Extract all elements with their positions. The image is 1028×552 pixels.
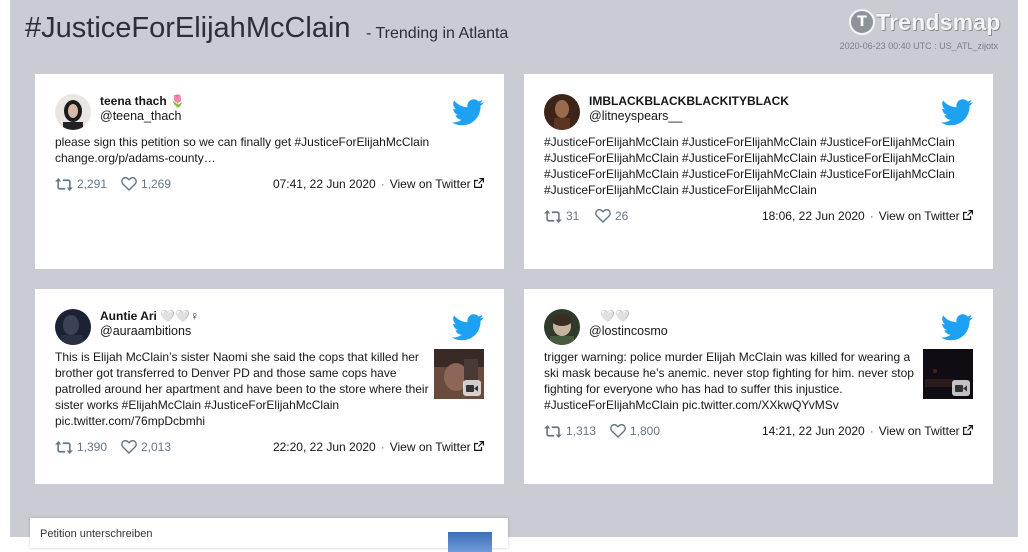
tweet-time[interactable]: 18:06, 22 Jun 2020	[762, 209, 865, 223]
view-on-twitter-link[interactable]: View on Twitter	[879, 209, 960, 223]
separator-dot: ·	[869, 209, 874, 223]
avatar[interactable]	[55, 94, 91, 130]
tweet-author-handle[interactable]: @lostincosmo	[589, 324, 668, 338]
tweet-text: please sign this petition so we can fina…	[55, 135, 430, 165]
retweet-icon	[544, 424, 562, 438]
tweet-text: This is Elijah McClain’s sister Naomi sh…	[55, 350, 429, 428]
trendsmap-logo-icon: T	[849, 9, 875, 35]
tweet-author-name[interactable]: IMBLACKBLACKBLACKITYBLACK	[589, 94, 789, 108]
tweet-card: teena thach 🌷 @teena_thach please sign t…	[35, 74, 504, 269]
view-on-twitter-link[interactable]: View on Twitter	[390, 177, 471, 191]
tweet-footer: 1,390 2,013 22:20, 22 Jun 2020 · View on T…	[55, 440, 484, 456]
retweet-count-value: 31	[566, 209, 580, 223]
like-count[interactable]: 1,269	[121, 177, 171, 191]
retweet-count-value: 1,390	[77, 440, 108, 454]
external-link-icon	[963, 425, 973, 435]
video-camera-icon	[463, 380, 481, 396]
tweet-footer: 1,313 1,800 14:21, 22 Jun 2020 · View on T…	[544, 424, 973, 440]
tweet-text: trigger warning: police murder Elijah Mc…	[544, 350, 914, 412]
like-count-value: 1,800	[630, 424, 661, 438]
tweet-footer: 31 26 18:06, 22 Jun 2020 · View on Twitter	[544, 209, 973, 225]
tweet-author-name[interactable]: 🤍🤍	[600, 309, 630, 323]
avatar[interactable]	[544, 94, 580, 130]
like-count-value: 2,013	[141, 440, 172, 454]
tweet-timestamp-row: 18:06, 22 Jun 2020 · View on Twitter	[762, 209, 973, 223]
like-count[interactable]: 26	[595, 209, 628, 223]
twitter-bird-icon[interactable]	[452, 314, 484, 341]
petition-label[interactable]: Petition unterschreiben	[40, 528, 153, 540]
external-link-icon	[474, 178, 484, 188]
like-count-value: 1,269	[141, 177, 172, 191]
tweet-author-name[interactable]: teena thach 🌷	[100, 94, 185, 108]
tweet-timestamp-row: 07:41, 22 Jun 2020 · View on Twitter	[273, 177, 484, 191]
tweet-time[interactable]: 07:41, 22 Jun 2020	[273, 177, 376, 191]
retweet-count[interactable]: 1,390	[55, 440, 107, 454]
twitter-bird-icon[interactable]	[941, 99, 973, 126]
tweet-video-thumbnail[interactable]	[434, 349, 484, 399]
twitter-bird-icon[interactable]	[452, 99, 484, 126]
twitter-bird-icon[interactable]	[941, 314, 973, 341]
video-camera-icon	[952, 380, 970, 396]
like-count[interactable]: 1,800	[610, 424, 660, 438]
tweet-time[interactable]: 14:21, 22 Jun 2020	[762, 424, 865, 438]
retweet-count[interactable]: 31	[544, 209, 579, 223]
retweet-icon	[55, 440, 73, 454]
avatar[interactable]	[55, 309, 91, 345]
tweet-timestamp-row: 14:21, 22 Jun 2020 · View on Twitter	[762, 424, 973, 438]
tweet-card: IMBLACKBLACKBLACKITYBLACK @litneyspears_…	[524, 74, 993, 269]
tweet-footer: 2,291 1,269 07:41, 22 Jun 2020 · View on T…	[55, 177, 484, 193]
retweet-count-value: 2,291	[77, 177, 108, 191]
tweet-time[interactable]: 22:20, 22 Jun 2020	[273, 440, 376, 454]
heart-icon	[121, 440, 137, 454]
tweet-card: 🤍🤍 @lostincosmo trigger warning: police …	[524, 289, 993, 484]
view-on-twitter-link[interactable]: View on Twitter	[390, 440, 471, 454]
like-count[interactable]: 2,013	[121, 440, 171, 454]
timestamp-location-code: 2020-06-23 00:40 UTC : US_ATL_zijotx	[839, 41, 998, 51]
heart-icon	[595, 209, 611, 223]
separator-dot: ·	[869, 424, 874, 438]
retweet-count-value: 1,313	[566, 424, 597, 438]
petition-thumbnail[interactable]	[448, 532, 492, 552]
tweet-author-handle[interactable]: @litneyspears__	[589, 109, 682, 123]
retweet-icon	[55, 177, 73, 191]
separator-dot: ·	[380, 440, 385, 454]
retweet-count[interactable]: 1,313	[544, 424, 596, 438]
external-link-icon	[474, 441, 484, 451]
tweet-timestamp-row: 22:20, 22 Jun 2020 · View on Twitter	[273, 440, 484, 454]
tweet-author-handle[interactable]: @teena_thach	[100, 109, 182, 123]
like-count-value: 26	[615, 209, 629, 223]
external-link-icon	[963, 210, 973, 220]
retweet-count[interactable]: 2,291	[55, 177, 107, 191]
retweet-icon	[544, 209, 562, 223]
tweet-author-handle[interactable]: @auraambitions	[100, 324, 191, 338]
tweet-text: #JusticeForElijahMcClain #JusticeForElij…	[544, 135, 955, 197]
trendsmap-logo-text: Trendsmap	[876, 8, 1001, 35]
separator-dot: ·	[380, 177, 385, 191]
avatar[interactable]	[544, 309, 580, 345]
petition-card[interactable]: Petition unterschreiben	[30, 518, 508, 552]
page-title-hashtag[interactable]: #JusticeForElijahMcClain	[25, 12, 351, 45]
trendsmap-logo[interactable]: T Trendsmap	[849, 6, 1001, 38]
heart-icon	[610, 424, 626, 438]
view-on-twitter-link[interactable]: View on Twitter	[879, 424, 960, 438]
page-background: #JusticeForElijahMcClain - Trending in A…	[10, 0, 1018, 552]
trending-location: - Trending in Atlanta	[366, 25, 509, 42]
tweet-video-thumbnail[interactable]	[923, 349, 973, 399]
tweet-card: Auntie Ari 🤍🤍♀ @auraambitions This is El…	[35, 289, 504, 484]
heart-icon	[121, 177, 137, 191]
tweet-author-name[interactable]: Auntie Ari 🤍🤍♀	[100, 309, 199, 323]
